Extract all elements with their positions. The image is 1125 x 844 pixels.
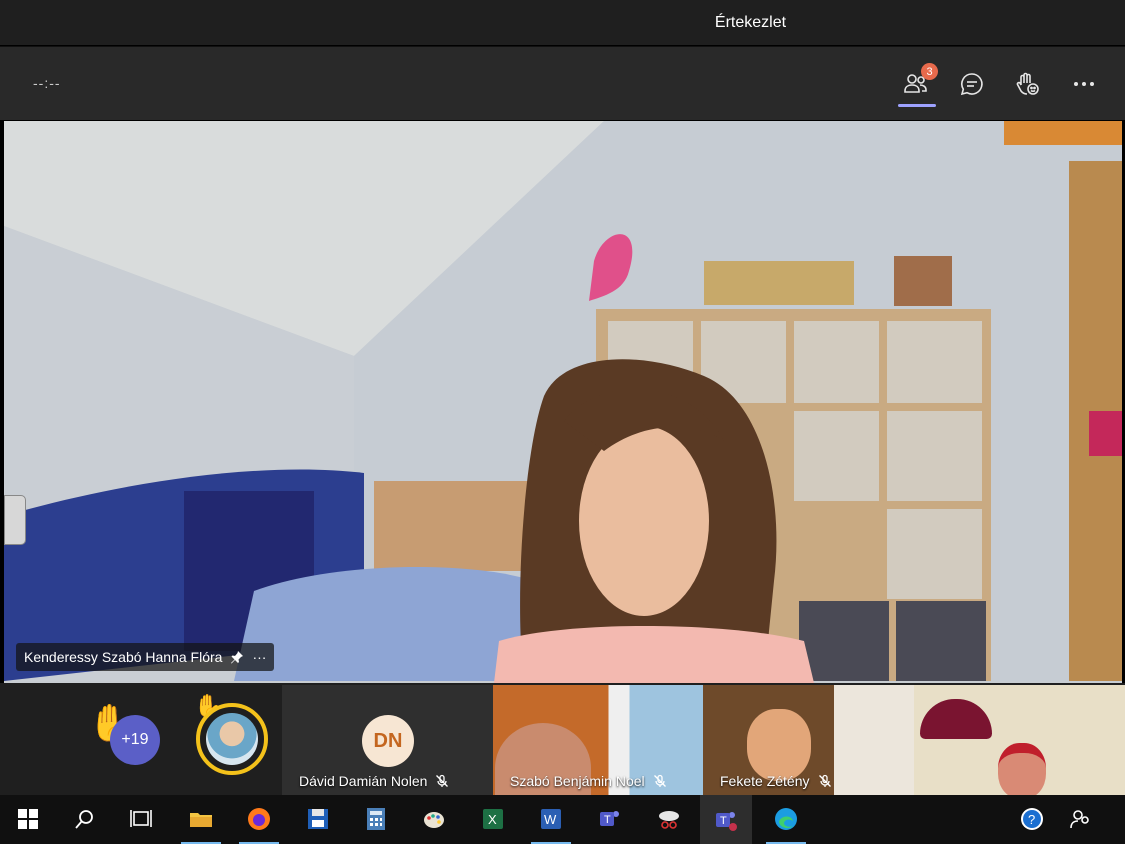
pinned-participant-tag: Kenderessy Szabó Hanna Flóra ··· — [16, 643, 275, 671]
more-actions-button[interactable] — [1067, 67, 1101, 101]
avatar — [206, 713, 258, 765]
taskbar: X W T T ? — [0, 795, 1125, 844]
mic-muted-icon — [436, 774, 449, 787]
participant-label: Dávid Damián Nolen — [299, 773, 449, 789]
floppy-disk-icon — [308, 809, 328, 829]
word-button[interactable]: W — [531, 803, 571, 844]
participant-tile[interactable]: DN Dávid Damián Nolen — [282, 685, 493, 795]
teams-icon: T — [716, 811, 737, 831]
participant-more-button[interactable]: ··· — [252, 649, 266, 665]
people-tray-button[interactable] — [1064, 803, 1096, 835]
participants-badge: 3 — [921, 63, 938, 80]
participant-label: Fekete Zétény — [720, 773, 832, 789]
palette-icon — [424, 812, 444, 828]
participant-video — [920, 699, 992, 739]
windows-start-button[interactable] — [12, 803, 44, 835]
meeting-timer: --:-- — [33, 75, 61, 91]
svg-text:T: T — [604, 814, 611, 826]
task-view-button[interactable] — [125, 803, 157, 835]
save-app-button[interactable] — [302, 803, 334, 835]
svg-text:?: ? — [1028, 812, 1035, 827]
participant-face — [998, 743, 1046, 795]
participant-name: Dávid Damián Nolen — [299, 773, 428, 789]
participants-button[interactable]: 3 — [898, 63, 938, 107]
mic-muted-icon — [818, 774, 831, 787]
task-view-icon — [130, 810, 152, 827]
windows-logo-icon — [18, 809, 38, 829]
calculator-icon — [367, 808, 385, 830]
search-icon — [75, 810, 93, 829]
reactions-button[interactable] — [1011, 67, 1045, 101]
participant-video — [747, 709, 811, 781]
participant-name: Szabó Benjámin Noel — [510, 773, 645, 789]
chat-button[interactable] — [955, 67, 989, 101]
svg-text:T: T — [720, 815, 727, 827]
firefox-icon — [248, 808, 270, 830]
teams-button[interactable]: T — [594, 803, 626, 835]
title-bar: Értekezlet — [0, 0, 1125, 46]
active-indicator — [898, 104, 936, 107]
excel-icon: X — [483, 809, 503, 829]
teams-meeting-button[interactable]: T — [700, 795, 752, 844]
pin-icon — [231, 651, 244, 664]
main-video[interactable]: Kenderessy Szabó Hanna Flóra ··· — [4, 121, 1122, 683]
mic-muted-icon — [653, 774, 666, 787]
paint-button[interactable] — [418, 803, 450, 835]
reactions-icon — [1016, 72, 1039, 95]
side-panel-handle[interactable] — [4, 495, 26, 545]
folder-icon — [190, 813, 212, 827]
svg-text:W: W — [544, 812, 557, 827]
more-participants-count: +19 — [110, 715, 160, 765]
excel-button[interactable]: X — [477, 803, 509, 835]
edge-button[interactable] — [766, 803, 806, 844]
svg-text:X: X — [488, 812, 497, 827]
calculator-button[interactable] — [360, 803, 392, 835]
chat-icon — [960, 73, 983, 96]
participant-name: Fekete Zétény — [720, 773, 810, 789]
teams-icon: T — [600, 811, 619, 826]
participant-strip: ✋ +19 ✋ DN Dávid Damián Nolen Szabó Benj… — [0, 683, 1125, 795]
scissors-icon — [659, 811, 679, 829]
participant-tile[interactable]: Szabó Benjámin Noel — [493, 685, 703, 795]
help-icon: ? — [1021, 808, 1043, 830]
meeting-toolbar: --:-- 3 — [0, 46, 1125, 120]
room-scene — [4, 121, 1122, 683]
file-explorer-button[interactable] — [181, 803, 221, 844]
participant-label: Szabó Benjámin Noel — [510, 773, 667, 789]
pinned-participant-name: Kenderessy Szabó Hanna Flóra — [24, 649, 223, 665]
people-icon — [1070, 810, 1089, 829]
snipping-tool-button[interactable] — [653, 803, 685, 835]
participant-tile[interactable] — [914, 685, 1125, 795]
participant-tile[interactable]: Fekete Zétény — [703, 685, 914, 795]
help-button[interactable]: ? — [1016, 803, 1048, 835]
window-title: Értekezlet — [714, 14, 787, 31]
edge-icon — [775, 808, 797, 830]
initials-avatar: DN — [362, 715, 414, 767]
firefox-button[interactable] — [239, 803, 279, 844]
word-icon: W — [541, 809, 561, 829]
participant-avatar-raised-hand[interactable] — [196, 703, 268, 775]
more-icon — [1074, 82, 1094, 86]
taskbar-search-button[interactable] — [69, 803, 101, 835]
